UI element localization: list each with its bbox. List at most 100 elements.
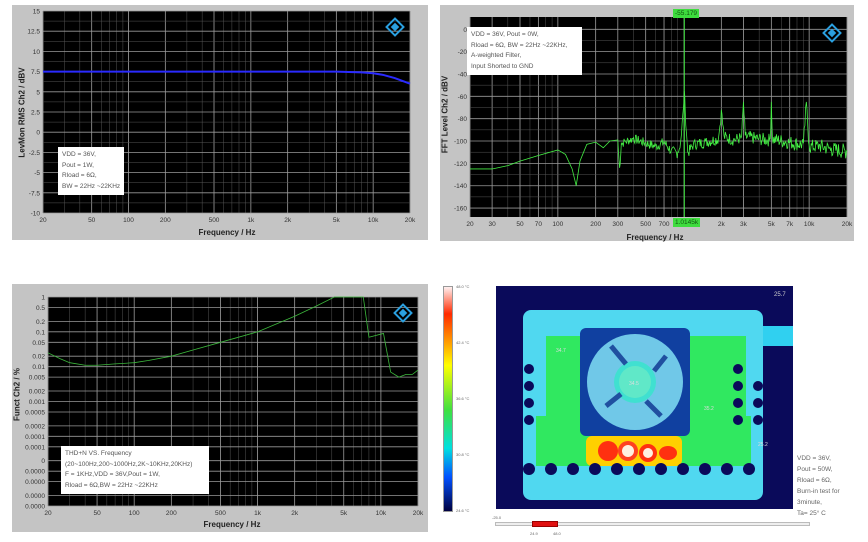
x-tick-label: 500 (640, 221, 651, 228)
spot-reading: 34.5 (629, 381, 639, 387)
x-tick-label: 3k (740, 221, 748, 228)
marker-x-readout[interactable]: 1.0145k (673, 218, 701, 227)
note-line: 3minute, (797, 499, 822, 506)
y-tick-label: 0.0005 (25, 409, 45, 416)
x-tick-label: 20 (466, 221, 474, 228)
x-tick-label: 2k (718, 221, 726, 228)
y-tick-label: 0.001 (29, 399, 46, 406)
x-tick-label: 1k (254, 510, 262, 517)
annotation-line: Rload = 6Ω,BW = 22Hz ~22KHz (65, 481, 158, 489)
scale-label: 36.6 °C (456, 396, 470, 401)
y-tick-label: 0.1 (36, 329, 45, 336)
annotation-line: BW = 22Hz ~22KHz (62, 182, 121, 190)
scale-label: 42.4 °C (456, 340, 470, 345)
x-tick-label: 50 (93, 510, 101, 517)
x-tick-label: 10k (368, 217, 379, 224)
y-tick-label: -120 (454, 161, 467, 168)
y-tick-label: -80 (458, 116, 468, 123)
x-tick-label: 1k (247, 217, 255, 224)
y-tick-label: 7.5 (31, 69, 40, 76)
x-tick-label: 20k (405, 217, 416, 224)
x-tick-label: 20 (44, 510, 52, 517)
scale-label: 24.6 °C (456, 508, 470, 513)
x-tick-label: 50 (88, 217, 96, 224)
y-tick-label: 0.002 (29, 389, 46, 396)
scale-label: 30.8 °C (456, 452, 470, 457)
x-tick-label: 2k (291, 510, 299, 517)
y-tick-label: -100 (454, 139, 467, 146)
x-tick-label: 100 (123, 217, 134, 224)
range-slider-selection[interactable] (532, 521, 558, 527)
annotation-line: VDD = 36V, (62, 151, 96, 158)
annotation-box: VDD = 36V, Pout = 0W, Rload = 6Ω, BW = 2… (467, 27, 582, 75)
annotation-line: F = 1KHz,VDD = 36V,Pout = 1W, (65, 471, 160, 478)
x-tick-label: 100 (129, 510, 140, 517)
y-tick-label: 0.5 (36, 305, 45, 312)
x-tick-label: 200 (166, 510, 177, 517)
x-tick-label: 700 (659, 221, 670, 228)
level-chart-panel: 20 50 100 200 500 1k 2k 5k 10k 20k 15 12.5 10 7.5 5 2.5… (12, 5, 428, 240)
range-label-high: 48.0 (553, 531, 561, 536)
y-tick-label: 0.05 (32, 340, 45, 347)
x-tick-label: 20k (413, 510, 424, 517)
range-label-min: -25.0 (492, 515, 502, 520)
thermal-image: 25.7 34.7 35.2 34.5 25.2 (496, 286, 793, 509)
corner-reading: 25.7 (774, 292, 786, 298)
y-tick-label: 0 (41, 458, 45, 465)
note-line: Burn-in test for (797, 488, 840, 495)
annotation-line: Rload = 6Ω, (62, 172, 97, 179)
y-tick-label: 0.0000 (25, 504, 45, 511)
annotation-line: VDD = 36V, Pout = 0W, (471, 31, 539, 38)
y-tick-label: -140 (454, 183, 467, 190)
x-tick-label: 500 (209, 217, 220, 224)
note-line: Pout = 50W, (797, 466, 833, 473)
note-line: Rload = 6Ω, (797, 477, 832, 484)
y-tick-label: 0.0000 (25, 479, 45, 486)
y-tick-label: 12.5 (27, 29, 40, 36)
spot-reading: 25.2 (758, 442, 768, 448)
x-axis-title: Frequency / Hz (626, 233, 684, 242)
annotation-line: Rload = 6Ω, BW = 22Hz ~22KHz, (471, 41, 568, 49)
y-tick-label: -7.5 (29, 190, 41, 197)
x-tick-label: 500 (215, 510, 226, 517)
y-tick-label: 0 (36, 130, 40, 137)
annotation-line: Input Shorted to GND (471, 62, 534, 70)
marker-y-readout[interactable]: -55.179 (673, 9, 700, 18)
y-tick-label: 0.2 (36, 319, 45, 326)
x-tick-label: 30 (489, 221, 497, 228)
y-tick-label: -40 (458, 71, 468, 78)
note-line: VDD = 36V, (797, 455, 831, 462)
y-tick-label: 0.0001 (25, 434, 45, 441)
thermal-notes: VDD = 36V, Pout = 50W, Rload = 6Ω, Burn-… (797, 453, 840, 519)
range-label-low: 24.9 (530, 531, 538, 536)
note-line: Ta= 25° C (797, 510, 826, 517)
annotation-box: VDD = 36V, Pout = 1W, Rload = 6Ω, BW = 2… (58, 147, 125, 195)
x-tick-label: 5k (768, 221, 776, 228)
y-tick-label: 0.02 (32, 354, 45, 361)
y-tick-label: 0.01 (32, 364, 45, 371)
y-tick-label: 2.5 (31, 110, 40, 117)
y-tick-label: 0.0000 (25, 493, 45, 500)
y-tick-label: -5 (34, 170, 40, 177)
thermal-scale-bar (443, 286, 453, 512)
x-tick-label: 7k (786, 221, 794, 228)
y-axis-title: Funct Ch2 / % (12, 368, 22, 421)
annotation-line: Pout = 1W, (62, 161, 94, 169)
y-axis-title: FFT Level Ch2 / dBV (440, 75, 450, 154)
y-tick-label: 0.005 (29, 375, 46, 382)
x-tick-label: 20 (39, 217, 47, 224)
x-tick-label: 70 (535, 221, 543, 228)
x-tick-label: 50 (516, 221, 524, 228)
x-tick-label: 300 (612, 221, 623, 228)
y-tick-label: -2.5 (29, 150, 41, 157)
spot-reading: 35.2 (704, 406, 714, 412)
x-tick-label: 20k (842, 221, 853, 228)
x-axis-title: Frequency / Hz (203, 520, 261, 529)
x-tick-label: 10k (376, 510, 387, 517)
x-tick-label: 10k (804, 221, 815, 228)
fft-chart-panel: 20 30 50 70 100 200 300 500 700 2k 3k 5k 7k 10k 20k 0 -2… (440, 5, 854, 242)
x-tick-label: 5k (333, 217, 341, 224)
y-tick-label: -20 (458, 49, 468, 56)
y-tick-label: -160 (454, 206, 467, 213)
spot-reading: 34.7 (556, 348, 566, 354)
